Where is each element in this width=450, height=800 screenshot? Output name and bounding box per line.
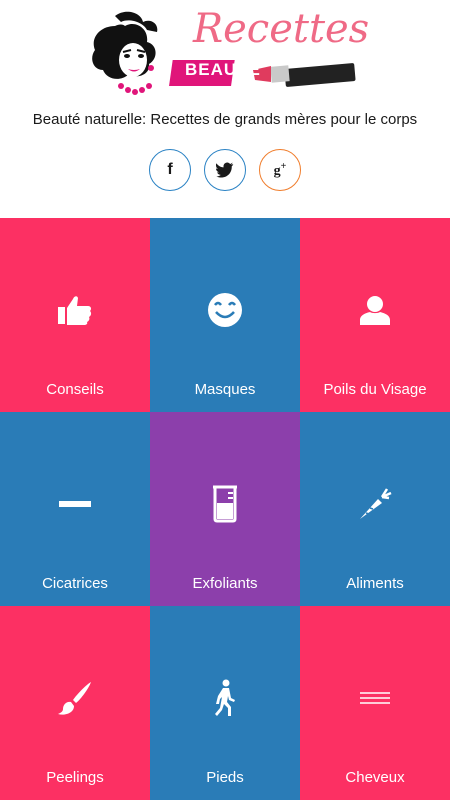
minus-icon — [55, 484, 95, 524]
walking-person-icon — [205, 678, 245, 718]
tile-label: Pieds — [206, 769, 244, 786]
tagline: Beauté naturelle: Recettes de grands mèr… — [32, 111, 418, 128]
tile-masques[interactable]: Masques — [150, 218, 300, 412]
tile-label: Exfoliants — [192, 575, 258, 592]
tile-aliments[interactable]: Aliments — [300, 412, 450, 606]
facebook-button[interactable]: f — [149, 149, 191, 191]
tile-pieds[interactable]: Pieds — [150, 606, 300, 800]
tile-poils-du-visage[interactable]: Poils du Visage — [300, 218, 450, 412]
tile-peelings[interactable]: Peelings — [0, 606, 150, 800]
site-logo[interactable]: Recettes BEAUTÉ — [85, 6, 370, 108]
twitter-button[interactable] — [204, 149, 246, 191]
carrot-icon — [355, 484, 395, 524]
facebook-icon: f — [167, 161, 173, 178]
tile-label: Conseils — [46, 381, 104, 398]
app-header: Recettes BEAUTÉ Beauté naturelle: Recett… — [0, 0, 450, 218]
category-grid: Conseils Masques Poils du Visage Cicatri… — [0, 218, 450, 800]
tile-cicatrices[interactable]: Cicatrices — [0, 412, 150, 606]
google-plus-button[interactable]: g+ — [259, 149, 301, 191]
tile-label: Peelings — [46, 769, 104, 786]
google-plus-icon: g+ — [273, 160, 287, 179]
tile-label: Masques — [194, 381, 256, 398]
logo-title-text: Recettes — [193, 6, 370, 52]
twitter-icon — [216, 162, 234, 178]
user-icon — [355, 290, 395, 330]
tile-conseils[interactable]: Conseils — [0, 218, 150, 412]
social-links: f g+ — [0, 149, 450, 191]
smiley-icon — [205, 290, 245, 330]
paintbrush-icon — [55, 678, 95, 718]
beaker-icon — [205, 484, 245, 524]
tile-exfoliants[interactable]: Exfoliants — [150, 412, 300, 606]
logo-subtitle-text: BEAUTÉ — [185, 60, 261, 79]
thumbs-up-icon — [55, 290, 95, 330]
tile-cheveux[interactable]: Cheveux — [300, 606, 450, 800]
tile-label: Cheveux — [345, 769, 405, 786]
tile-label: Aliments — [346, 575, 404, 592]
hair-lines-icon — [355, 678, 395, 718]
tile-label: Cicatrices — [42, 575, 108, 592]
tile-label: Poils du Visage — [323, 381, 427, 398]
